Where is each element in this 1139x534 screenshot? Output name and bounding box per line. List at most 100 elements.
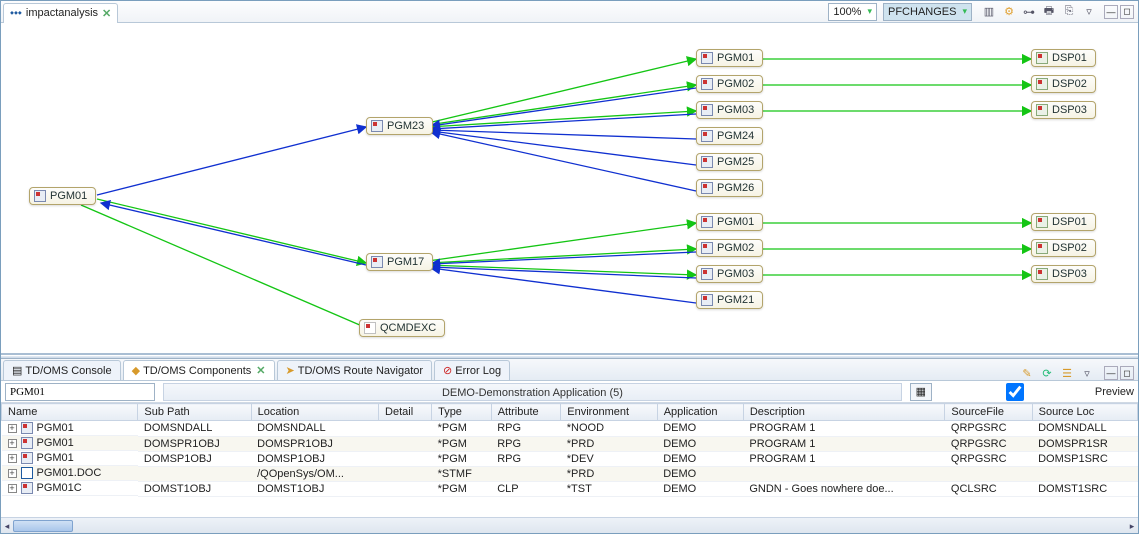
maximize-button[interactable]: ◻: [1120, 366, 1134, 380]
graph-icon: ⬩⬩⬩: [10, 7, 22, 20]
program-icon: [701, 182, 713, 194]
column-header[interactable]: SourceFile: [945, 404, 1032, 421]
program-icon: [21, 422, 33, 434]
column-header[interactable]: Detail: [379, 404, 432, 421]
cell: PROGRAM 1: [743, 451, 945, 466]
program-icon: [34, 190, 46, 202]
node-pgm21[interactable]: PGM21: [696, 291, 763, 309]
column-header[interactable]: Sub Path: [138, 404, 251, 421]
cell: /QOpenSys/OM...: [251, 466, 378, 481]
column-header[interactable]: Type: [432, 404, 492, 421]
table-row[interactable]: +PGM01CDOMST1OBJDOMST1OBJ*PGMCLP*TSTDEMO…: [2, 481, 1138, 496]
program-icon: [701, 156, 713, 168]
node-pgm01-root[interactable]: PGM01: [29, 187, 96, 205]
link-icon[interactable]: ⊶: [1022, 5, 1036, 19]
cell-name: PGM01.DOC: [37, 467, 102, 479]
expand-icon[interactable]: +: [8, 484, 17, 493]
display-icon: [1036, 52, 1048, 64]
column-header[interactable]: Description: [743, 404, 945, 421]
filter-input[interactable]: [5, 383, 155, 401]
cell: *DEV: [561, 451, 657, 466]
node-dsp02-a[interactable]: DSP02: [1031, 75, 1096, 93]
horizontal-scrollbar[interactable]: ◂ ▸: [1, 517, 1138, 533]
tab-error-log[interactable]: ⊘Error Log: [434, 360, 510, 380]
cell: *NOOD: [561, 421, 657, 437]
table-row[interactable]: +PGM01DOMSP1OBJDOMSP1OBJ*PGMRPG*DEVDEMOP…: [2, 451, 1138, 466]
table-row[interactable]: +PGM01DOMSPR1OBJDOMSPR1OBJ*PGMRPG*PRDDEM…: [2, 436, 1138, 451]
minimize-button[interactable]: —: [1104, 5, 1118, 19]
components-table[interactable]: NameSub PathLocationDetailTypeAttributeE…: [1, 403, 1138, 517]
display-icon: [1036, 104, 1048, 116]
program-icon: [21, 482, 33, 494]
column-header[interactable]: Source Loc: [1032, 404, 1137, 421]
columns-button[interactable]: ▦: [910, 383, 932, 401]
program-icon: [21, 437, 33, 449]
scrollbar-thumb[interactable]: [13, 520, 73, 532]
cell: *TST: [561, 481, 657, 496]
cell: [1032, 466, 1137, 481]
cell: *PGM: [432, 481, 492, 496]
cell-name: PGM01: [37, 452, 74, 464]
tab-components[interactable]: ◆TD/OMS Components✕: [123, 360, 275, 380]
preview-checkbox[interactable]: [940, 383, 1090, 401]
cell-name: PGM01: [37, 422, 74, 434]
menu-icon[interactable]: ▿: [1080, 366, 1094, 380]
menu-icon[interactable]: ▿: [1082, 5, 1096, 19]
node-dsp01-a[interactable]: DSP01: [1031, 49, 1096, 67]
node-pgm03-b[interactable]: PGM03: [696, 265, 763, 283]
node-pgm03-a[interactable]: PGM03: [696, 101, 763, 119]
node-pgm23[interactable]: PGM23: [366, 117, 433, 135]
node-dsp02-b[interactable]: DSP02: [1031, 239, 1096, 257]
refresh-icon[interactable]: ⟳: [1040, 366, 1054, 380]
minimize-button[interactable]: —: [1104, 366, 1118, 380]
column-header[interactable]: Application: [657, 404, 743, 421]
node-pgm02-b[interactable]: PGM02: [696, 239, 763, 257]
maximize-button[interactable]: ◻: [1120, 5, 1134, 19]
node-qcmdexc[interactable]: QCMDEXC: [359, 319, 445, 337]
print-icon[interactable]: 🖶: [1042, 5, 1056, 19]
collapse-icon[interactable]: ☰: [1060, 366, 1074, 380]
filter-icon[interactable]: ✎: [1020, 366, 1034, 380]
node-dsp03-b[interactable]: DSP03: [1031, 265, 1096, 283]
tab-impactanalysis[interactable]: ⬩⬩⬩ impactanalysis ✕: [3, 3, 118, 23]
expand-icon[interactable]: +: [8, 439, 17, 448]
scroll-right-icon[interactable]: ▸: [1126, 518, 1138, 534]
filter-select[interactable]: PFCHANGES▾: [883, 3, 972, 21]
column-header[interactable]: Name: [2, 404, 138, 421]
tab-route-navigator[interactable]: ➤TD/OMS Route Navigator: [277, 360, 433, 380]
close-icon[interactable]: ✕: [102, 7, 111, 20]
node-dsp03-a[interactable]: DSP03: [1031, 101, 1096, 119]
expand-icon[interactable]: +: [8, 424, 17, 433]
zoom-select[interactable]: 100%▾: [828, 3, 877, 21]
filter-row: DEMO-Demonstration Application (5) ▦ Pre…: [1, 381, 1138, 403]
node-pgm26[interactable]: PGM26: [696, 179, 763, 197]
display-icon: [1036, 78, 1048, 90]
node-pgm25[interactable]: PGM25: [696, 153, 763, 171]
node-pgm24[interactable]: PGM24: [696, 127, 763, 145]
node-dsp01-b[interactable]: DSP01: [1031, 213, 1096, 231]
node-pgm02-a[interactable]: PGM02: [696, 75, 763, 93]
diagram-canvas[interactable]: PGM01 PGM23 PGM17 QCMDEXC PGM01 PGM02 PG…: [1, 23, 1138, 355]
preview-toggle[interactable]: Preview: [936, 380, 1134, 404]
scroll-left-icon[interactable]: ◂: [1, 518, 13, 534]
node-pgm01-b[interactable]: PGM01: [696, 213, 763, 231]
tab-console[interactable]: ▤TD/OMS Console: [3, 360, 121, 380]
display-icon: [1036, 268, 1048, 280]
document-icon: [21, 467, 33, 479]
expand-icon[interactable]: +: [8, 469, 17, 478]
table-row[interactable]: +PGM01DOMSNDALLDOMSNDALL*PGMRPG*NOODDEMO…: [2, 421, 1138, 437]
program-icon: [21, 452, 33, 464]
export-icon[interactable]: ⎘: [1062, 5, 1076, 19]
zoom-value: 100%: [833, 6, 861, 18]
table-row[interactable]: +PGM01.DOC/QOpenSys/OM...*STMF*PRDDEMO: [2, 466, 1138, 481]
expand-icon[interactable]: +: [8, 454, 17, 463]
column-header[interactable]: Location: [251, 404, 378, 421]
node-pgm01-a[interactable]: PGM01: [696, 49, 763, 67]
column-header[interactable]: Environment: [561, 404, 657, 421]
chart-icon[interactable]: ▥: [982, 5, 996, 19]
tree-icon[interactable]: ⚙: [1002, 5, 1016, 19]
close-icon[interactable]: ✕: [256, 364, 265, 377]
node-pgm17[interactable]: PGM17: [366, 253, 433, 271]
column-header[interactable]: Attribute: [491, 404, 561, 421]
cell-name: PGM01C: [37, 482, 82, 494]
